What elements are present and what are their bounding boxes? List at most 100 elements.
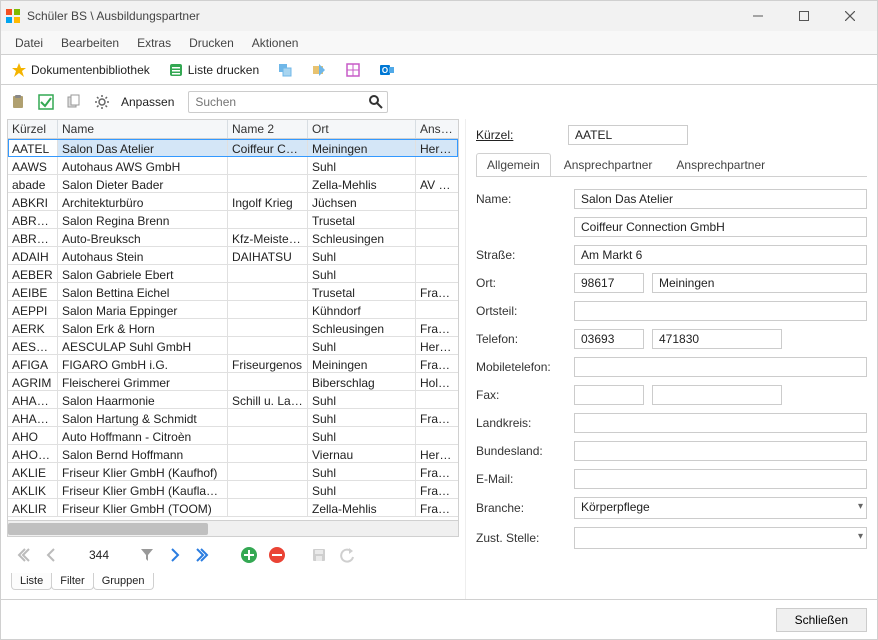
table-row[interactable]: AEBERSalon Gabriele EbertSuhl	[8, 265, 458, 283]
table-row[interactable]: AEIBESalon Bettina EichelTrusetalFrau Ei…	[8, 283, 458, 301]
scrollbar-thumb[interactable]	[8, 523, 208, 535]
cell-o: Suhl	[308, 427, 416, 444]
strasse-field[interactable]: Am Markt 6	[574, 245, 867, 265]
table-row[interactable]: AKLIRFriseur Klier GmbH (TOOM)Zella-Mehl…	[8, 499, 458, 517]
settings-button[interactable]	[91, 91, 113, 113]
nav-next-button[interactable]	[165, 545, 185, 565]
mobil-field[interactable]	[574, 357, 867, 377]
cell-o: Suhl	[308, 463, 416, 480]
table-row[interactable]: AFIGAFIGARO GmbH i.G.FriseurgenosMeining…	[8, 355, 458, 373]
table-row[interactable]: ADAIHAutohaus SteinDAIHATSUSuhl	[8, 247, 458, 265]
cell-a	[416, 157, 458, 174]
search-input[interactable]	[188, 91, 388, 113]
menu-aktionen[interactable]: Aktionen	[244, 34, 307, 52]
landkreis-field[interactable]	[574, 413, 867, 433]
table-row[interactable]: ABRENSalon Regina BrennTrusetal	[8, 211, 458, 229]
table-row[interactable]: ABKRIArchitekturbüroIngolf KriegJüchsen	[8, 193, 458, 211]
nav-save-button[interactable]	[309, 545, 329, 565]
tab-filter[interactable]: Filter	[51, 573, 93, 590]
table-row[interactable]: AEPPISalon Maria EppingerKühndorf	[8, 301, 458, 319]
tab-ansprechpartner-1[interactable]: Ansprechpartner	[553, 153, 664, 176]
table-row[interactable]: abadeSalon Dieter BaderZella-MehlisAV Su…	[8, 175, 458, 193]
left-pane: Kürzel Name Name 2 Ort Ansprechpar AATEL…	[1, 119, 466, 599]
cell-a: Herr Hoffma	[416, 445, 458, 462]
cell-k: AATEL	[8, 139, 58, 156]
ort-field[interactable]: Meiningen	[652, 273, 867, 293]
table-row[interactable]: AHOFF1Salon Bernd HoffmannViernauHerr Ho…	[8, 445, 458, 463]
tab-ansprechpartner-2[interactable]: Ansprechpartner	[665, 153, 776, 176]
table-row[interactable]: AAWSAutohaus AWS GmbHSuhl	[8, 157, 458, 175]
toolbar1-icon-2[interactable]	[307, 60, 331, 80]
email-field[interactable]	[574, 469, 867, 489]
cell-n: Salon Hartung & Schmidt	[58, 409, 228, 426]
nav-first-button[interactable]	[13, 545, 33, 565]
tab-gruppen[interactable]: Gruppen	[93, 573, 154, 590]
branche-value: Körperpflege	[574, 497, 867, 519]
toolbar1-icon-1[interactable]	[273, 60, 297, 80]
col-header-name[interactable]: Name	[58, 120, 228, 138]
nav-last-button[interactable]	[193, 545, 213, 565]
minimize-button[interactable]	[735, 2, 781, 30]
tab-liste[interactable]: Liste	[11, 573, 52, 590]
menu-datei[interactable]: Datei	[7, 34, 51, 52]
menu-drucken[interactable]: Drucken	[181, 34, 242, 52]
tel-prefix-field[interactable]: 03693	[574, 329, 644, 349]
zust-dropdown[interactable]: ▾	[574, 527, 867, 549]
nav-add-button[interactable]	[239, 545, 259, 565]
bundesland-field[interactable]	[574, 441, 867, 461]
grid-scrollbar[interactable]	[8, 520, 458, 536]
fax-number-field[interactable]	[652, 385, 782, 405]
nav-undo-button[interactable]	[337, 545, 357, 565]
table-row[interactable]: AKLIKFriseur Klier GmbH (Kaufland)SuhlFr…	[8, 481, 458, 499]
svg-text:O: O	[382, 66, 388, 75]
nav-prev-button[interactable]	[41, 545, 61, 565]
close-button[interactable]: Schließen	[776, 608, 867, 632]
docs-button[interactable]	[63, 91, 85, 113]
col-header-name2[interactable]: Name 2	[228, 120, 308, 138]
col-header-ansprech[interactable]: Ansprechpar	[416, 120, 458, 138]
col-header-ort[interactable]: Ort	[308, 120, 416, 138]
table-row[interactable]: AGRIMFleischerei GrimmerBiberschlagHolge…	[8, 373, 458, 391]
fax-prefix-field[interactable]	[574, 385, 644, 405]
kuerzel-value[interactable]: AATEL	[568, 125, 688, 145]
grid-body[interactable]: AATELSalon Das AtelierCoiffeur ConnMeini…	[8, 139, 458, 520]
cell-k: ABREU	[8, 229, 58, 246]
record-navigator: 344	[7, 537, 465, 573]
check-button[interactable]	[35, 91, 57, 113]
cell-n: Salon Gabriele Ebert	[58, 265, 228, 282]
customize-label[interactable]: Anpassen	[121, 95, 174, 109]
tel-number-field[interactable]: 471830	[652, 329, 782, 349]
table-row[interactable]: AHART1Salon Hartung & SchmidtSuhlFrau Sc…	[8, 409, 458, 427]
branche-dropdown[interactable]: Körperpflege ▾	[574, 497, 867, 519]
name-field[interactable]: Salon Das Atelier	[574, 189, 867, 209]
table-row[interactable]: ABREUAuto-BreukschKfz-MeisterbeSchleusin…	[8, 229, 458, 247]
maximize-button[interactable]	[781, 2, 827, 30]
doc-library-button[interactable]: Dokumentenbibliothek	[7, 60, 154, 80]
nav-filter-button[interactable]	[137, 545, 157, 565]
search-icon[interactable]	[368, 94, 384, 110]
table-row[interactable]: AHARMSalon HaarmonieSchill u. LabuSuhl	[8, 391, 458, 409]
menu-bearbeiten[interactable]: Bearbeiten	[53, 34, 127, 52]
cell-n: Salon Das Atelier	[58, 139, 228, 156]
menu-extras[interactable]: Extras	[129, 34, 179, 52]
close-window-button[interactable]	[827, 2, 873, 30]
col-header-kuerzel[interactable]: Kürzel	[8, 120, 58, 138]
plz-field[interactable]: 98617	[574, 273, 644, 293]
tab-allgemein[interactable]: Allgemein	[476, 153, 551, 176]
toolbar1-icon-3[interactable]	[341, 60, 365, 80]
ortsteil-field[interactable]	[574, 301, 867, 321]
name2-field[interactable]: Coiffeur Connection GmbH	[574, 217, 867, 237]
cell-a	[416, 391, 458, 408]
toolbar1-icon-4[interactable]: O	[375, 60, 399, 80]
table-row[interactable]: AERKSalon Erk & HornSchleusingenFrau Hor…	[8, 319, 458, 337]
nav-remove-button[interactable]	[267, 545, 287, 565]
table-row[interactable]: AATELSalon Das AtelierCoiffeur ConnMeini…	[8, 139, 458, 157]
bundesland-label: Bundesland:	[476, 444, 566, 458]
print-list-button[interactable]: Liste drucken	[164, 60, 263, 80]
paste-button[interactable]	[7, 91, 29, 113]
table-row[interactable]: AESCUAESCULAP Suhl GmbHSuhlHerr Rainer I	[8, 337, 458, 355]
table-row[interactable]: AKLIEFriseur Klier GmbH (Kaufhof)SuhlFra…	[8, 463, 458, 481]
data-grid: Kürzel Name Name 2 Ort Ansprechpar AATEL…	[7, 119, 459, 537]
cell-o: Meiningen	[308, 139, 416, 156]
table-row[interactable]: AHOAuto Hoffmann - CitroènSuhl	[8, 427, 458, 445]
